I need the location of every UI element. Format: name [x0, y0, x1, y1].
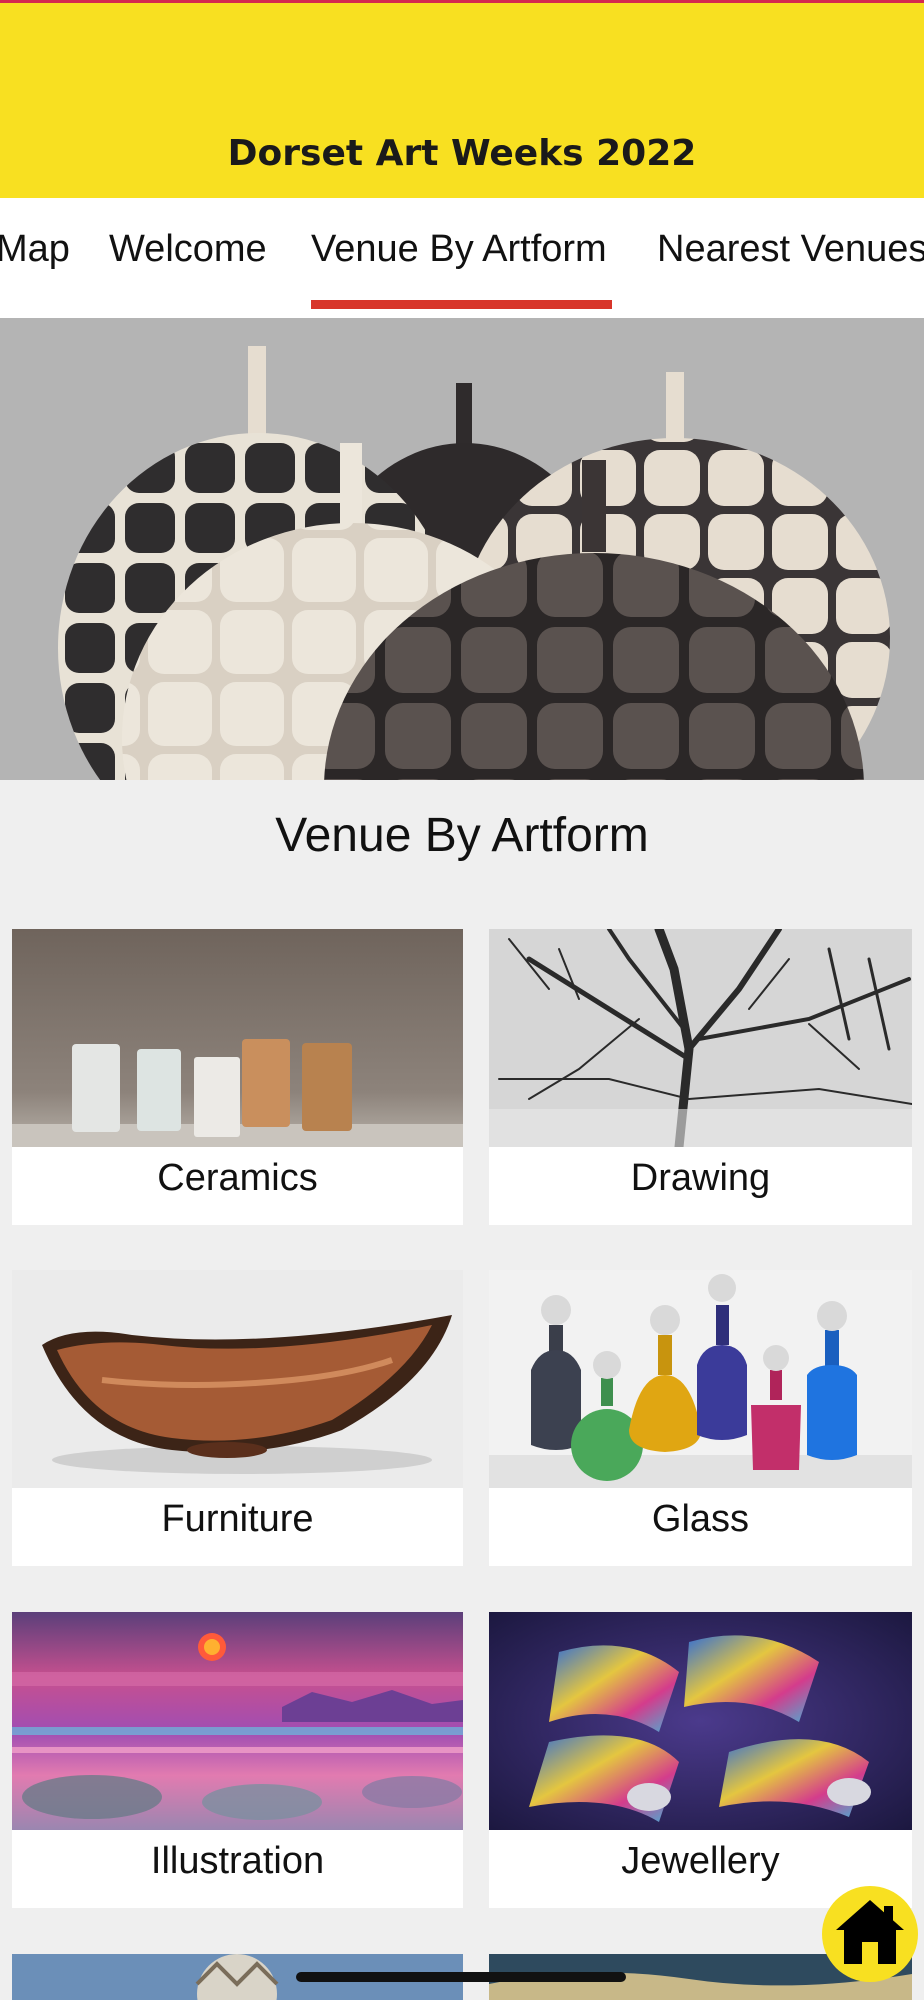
artform-card-jewellery[interactable]: Jewellery: [489, 1612, 912, 1908]
artform-card-drawing[interactable]: Drawing: [489, 929, 912, 1225]
app-title: Dorset Art Weeks 2022: [227, 133, 697, 174]
artform-label: Illustration: [150, 1840, 325, 1882]
artform-label: Drawing: [630, 1157, 771, 1199]
artform-card-glass[interactable]: Glass: [489, 1270, 912, 1566]
artform-card-ceramics[interactable]: Ceramics: [12, 929, 463, 1225]
jewellery-photo: [489, 1612, 912, 1830]
active-tab-indicator: [311, 300, 612, 309]
section-title: Venue By Artform: [275, 809, 649, 862]
tab-bar: Map Welcome Venue By Artform Nearest Ven…: [0, 198, 924, 318]
tab-venue-by-artform[interactable]: Venue By Artform: [311, 228, 607, 271]
illustration-photo: [12, 1612, 463, 1830]
tab-welcome[interactable]: Welcome: [109, 228, 267, 271]
artform-card-illustration[interactable]: Illustration: [12, 1612, 463, 1908]
glass-photo: [489, 1270, 912, 1488]
furniture-photo: [12, 1270, 463, 1488]
artform-card-furniture[interactable]: Furniture: [12, 1270, 463, 1566]
artform-label: Jewellery: [621, 1840, 780, 1882]
app-header: Dorset Art Weeks 2022: [0, 3, 924, 198]
tab-map[interactable]: Map: [0, 228, 70, 271]
artform-label: Glass: [651, 1498, 750, 1540]
home-icon: [836, 1900, 904, 1964]
artform-label: Ceramics: [157, 1157, 318, 1199]
tab-nearest-venues[interactable]: Nearest Venues: [657, 228, 924, 271]
hero-image: [0, 318, 924, 780]
home-button[interactable]: [822, 1886, 918, 1982]
ceramics-photo: [12, 929, 463, 1147]
artform-label: Furniture: [161, 1498, 314, 1540]
drawing-photo: [489, 929, 912, 1147]
home-indicator-bar: [296, 1972, 626, 1982]
pottery-vessels-photo: [0, 318, 924, 780]
